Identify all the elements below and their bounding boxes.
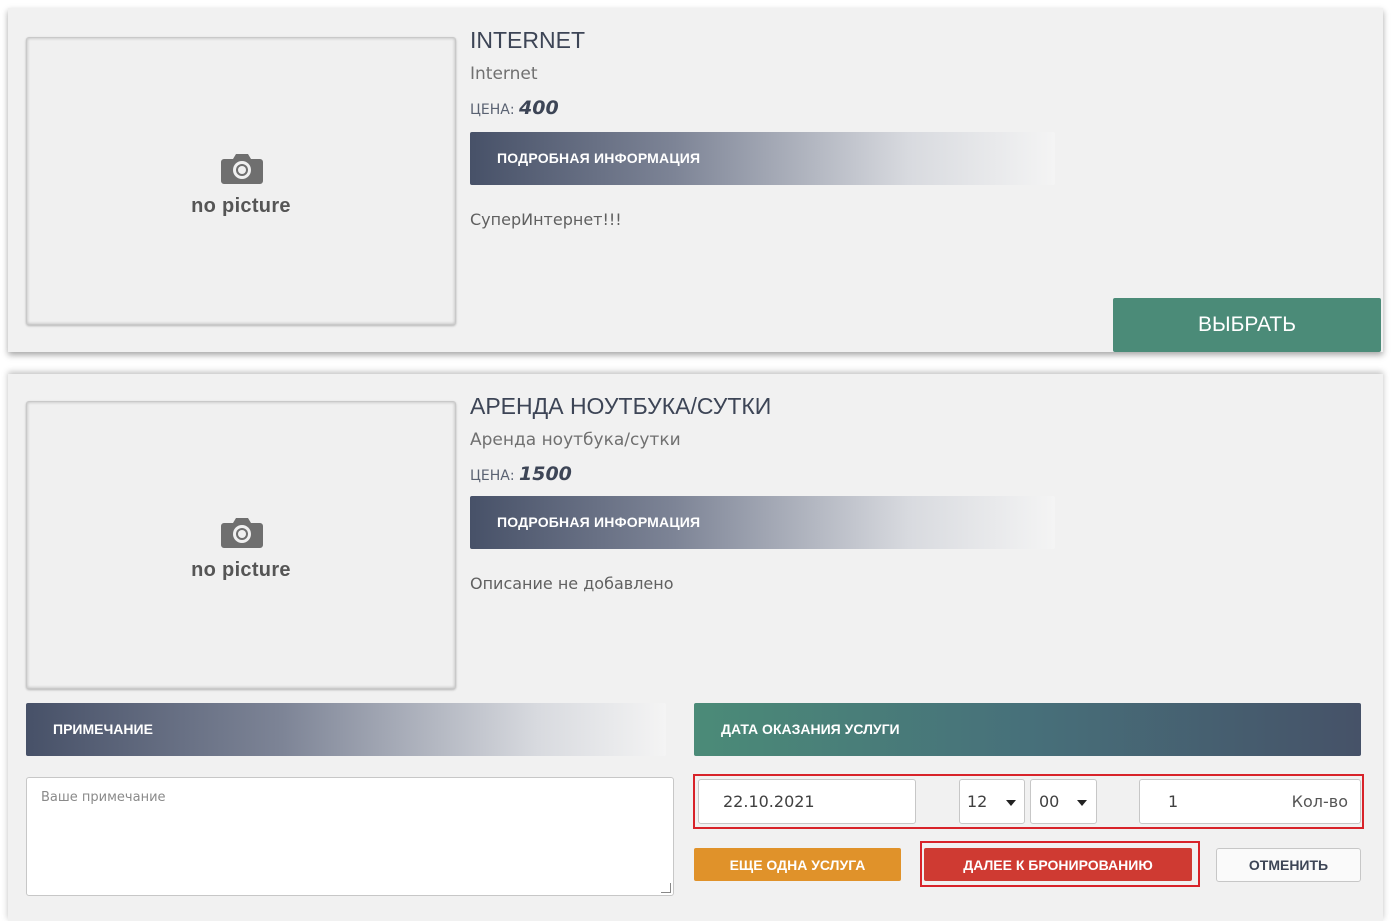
details-header[interactable]: ПОДРОБНАЯ ИНФОРМАЦИЯ	[470, 132, 1055, 185]
date-value: 22.10.2021	[723, 792, 815, 811]
service-date-header: ДАТА ОКАЗАНИЯ УСЛУГИ	[694, 703, 1361, 756]
price-value: 1500	[519, 463, 572, 485]
service-image-placeholder: no picture	[26, 37, 456, 325]
service-image-placeholder: no picture	[26, 401, 456, 689]
service-title: АРЕНДА НОУТБУКА/СУТКИ	[470, 393, 772, 419]
note-textarea[interactable]: Ваше примечание	[26, 777, 674, 896]
quantity-input[interactable]: 1 Кол-во	[1139, 779, 1361, 824]
service-card-internet: no picture INTERNET Internet ЦЕНА: 400 П…	[8, 8, 1383, 352]
hour-select[interactable]: 12	[959, 779, 1025, 824]
chevron-down-icon	[1077, 800, 1087, 806]
service-description: Описание не добавлено	[470, 574, 674, 593]
select-button[interactable]: ВЫБРАТЬ	[1113, 298, 1381, 352]
service-card-laptop-rental: no picture АРЕНДА НОУТБУКА/СУТКИ Аренда …	[8, 374, 1383, 921]
no-picture-label: no picture	[191, 559, 291, 581]
quantity-value: 1	[1168, 792, 1179, 811]
resize-grip-icon[interactable]	[661, 883, 671, 893]
cancel-button[interactable]: ОТМЕНИТЬ	[1216, 848, 1361, 882]
camera-icon	[221, 154, 263, 184]
hour-value: 12	[967, 792, 988, 811]
quantity-label: Кол-во	[1291, 792, 1348, 811]
camera-icon	[221, 518, 263, 548]
note-header-label: ПРИМЕЧАНИЕ	[53, 721, 153, 737]
price-label: ЦЕНА:	[470, 468, 515, 484]
proceed-to-booking-button[interactable]: ДАЛЕЕ К БРОНИРОВАНИЮ	[924, 848, 1192, 881]
price-value: 400	[519, 97, 559, 119]
service-price: ЦЕНА: 1500	[470, 463, 572, 485]
add-another-service-button[interactable]: ЕЩЕ ОДНА УСЛУГА	[694, 848, 901, 881]
minute-value: 00	[1039, 792, 1060, 811]
service-price: ЦЕНА: 400	[470, 97, 559, 119]
service-subtitle: Internet	[470, 64, 538, 84]
no-picture-label: no picture	[191, 195, 291, 217]
price-label: ЦЕНА:	[470, 102, 515, 118]
date-input[interactable]: 22.10.2021	[698, 779, 916, 824]
minute-select[interactable]: 00	[1030, 779, 1097, 824]
details-header[interactable]: ПОДРОБНАЯ ИНФОРМАЦИЯ	[470, 496, 1055, 549]
service-subtitle: Аренда ноутбука/сутки	[470, 430, 681, 450]
details-header-label: ПОДРОБНАЯ ИНФОРМАЦИЯ	[497, 150, 701, 166]
service-description: СуперИнтернет!!!	[470, 210, 622, 229]
note-header: ПРИМЕЧАНИЕ	[26, 703, 666, 756]
service-title: INTERNET	[470, 27, 585, 53]
note-placeholder: Ваше примечание	[41, 790, 166, 805]
service-date-header-label: ДАТА ОКАЗАНИЯ УСЛУГИ	[721, 721, 900, 737]
chevron-down-icon	[1006, 800, 1016, 806]
details-header-label: ПОДРОБНАЯ ИНФОРМАЦИЯ	[497, 514, 701, 530]
